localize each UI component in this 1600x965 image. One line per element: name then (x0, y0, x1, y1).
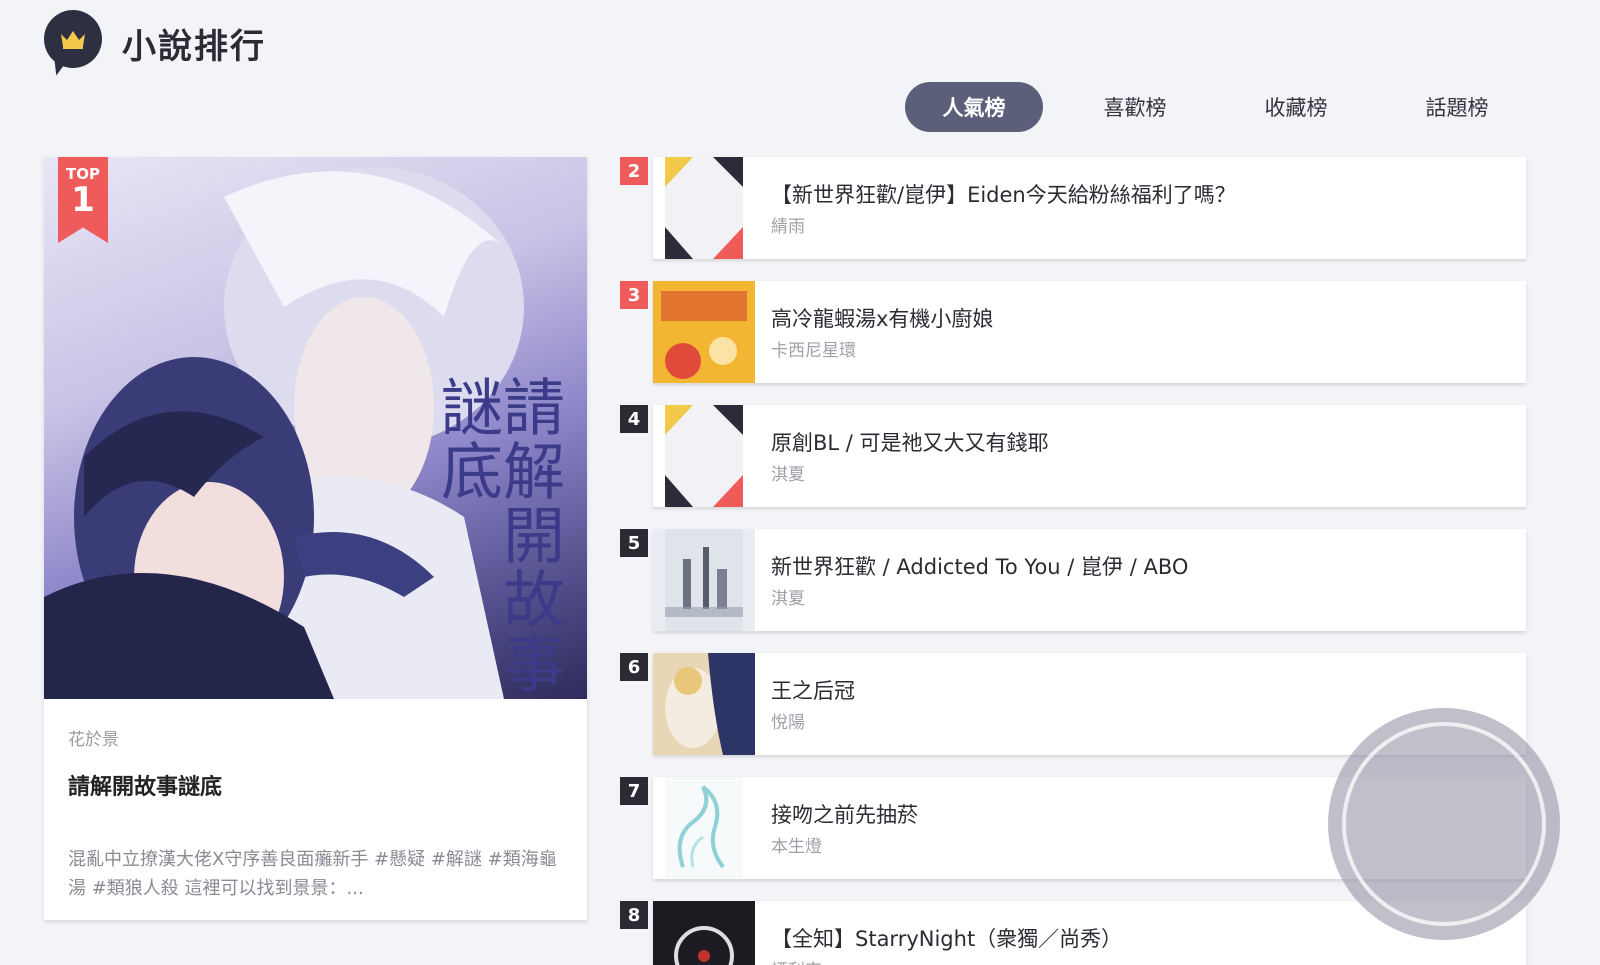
ranking-tabs: 人氣榜 喜歡榜 收藏榜 話題榜 (905, 82, 1549, 132)
novel-thumbnail[interactable] (653, 777, 755, 879)
rank-badge: 6 (620, 653, 648, 681)
novel-author[interactable]: 悅陽 (771, 708, 805, 733)
novel-author[interactable]: 綪雨 (771, 212, 805, 237)
novel-author[interactable]: 卡西尼星環 (771, 336, 856, 361)
list-item[interactable]: 3 高冷龍蝦湯x有機小廚娘 卡西尼星環 (620, 281, 1526, 383)
novel-thumbnail[interactable] (653, 529, 755, 631)
featured-description: 混亂中立撩漢大佬X守序善良面癱新手 #懸疑 #解謎 #類海龜湯 #類狼人殺 這裡… (68, 849, 557, 899)
featured-author[interactable]: 花於景 (68, 725, 119, 750)
crown-icon (44, 10, 102, 78)
list-item[interactable]: 5 新世界狂歡 / Addicted To You / 崑伊 / ABO 淇夏 (620, 529, 1526, 631)
novel-title[interactable]: 新世界狂歡 / Addicted To You / 崑伊 / ABO (771, 551, 1188, 581)
novel-title[interactable]: 接吻之前先抽菸 (771, 799, 918, 829)
novel-author[interactable]: 淇夏 (771, 584, 805, 609)
rank-badge: 5 (620, 529, 648, 557)
novel-card[interactable]: 原創BL / 可是祂又大又有錢耶 淇夏 (653, 405, 1526, 507)
tab-topics[interactable]: 話題榜 (1388, 82, 1526, 132)
novel-thumbnail[interactable] (653, 157, 755, 259)
rank-badge: 3 (620, 281, 648, 309)
novel-thumbnail[interactable] (653, 653, 755, 755)
novel-title[interactable]: 高冷龍蝦湯x有機小廚娘 (771, 303, 993, 333)
novel-thumbnail[interactable] (653, 901, 755, 965)
page-header: 小說排行 (44, 10, 266, 78)
novel-title[interactable]: 王之后冠 (771, 675, 855, 705)
featured-cover-image[interactable]: TOP 1 請解開故事謎底 (44, 157, 587, 699)
novel-thumbnail[interactable] (653, 281, 755, 383)
novel-title[interactable]: 【全知】StarryNight（衆獨／尚秀） (771, 923, 1122, 953)
featured-novel-card[interactable]: TOP 1 請解開故事謎底 花於景 請解開故事謎底 混亂中立撩漢大佬X守序善良面… (44, 157, 587, 920)
novel-author[interactable]: 禋利安 (771, 956, 822, 965)
novel-thumbnail[interactable] (653, 405, 755, 507)
tab-favorites[interactable]: 收藏榜 (1227, 82, 1365, 132)
rank-badge: 8 (620, 901, 648, 929)
novel-title[interactable]: 【新世界狂歡/崑伊】Eiden今天給粉絲福利了嗎？ (771, 179, 1236, 209)
mirror-weekly-watermark-logo (1328, 708, 1560, 940)
rank-badge: 4 (620, 405, 648, 433)
novel-card[interactable]: 高冷龍蝦湯x有機小廚娘 卡西尼星環 (653, 281, 1526, 383)
tab-popularity[interactable]: 人氣榜 (905, 82, 1043, 132)
list-item[interactable]: 4 原創BL / 可是祂又大又有錢耶 淇夏 (620, 405, 1526, 507)
page-title: 小說排行 (122, 26, 266, 67)
cover-title-text: 請解開故事謎底 (430, 375, 565, 695)
rank-badge: 7 (620, 777, 648, 805)
novel-card[interactable]: 新世界狂歡 / Addicted To You / 崑伊 / ABO 淇夏 (653, 529, 1526, 631)
novel-title[interactable]: 原創BL / 可是祂又大又有錢耶 (771, 427, 1049, 457)
list-item[interactable]: 2 【新世界狂歡/崑伊】Eiden今天給粉絲福利了嗎？ 綪雨 (620, 157, 1526, 259)
novel-card[interactable]: 【新世界狂歡/崑伊】Eiden今天給粉絲福利了嗎？ 綪雨 (653, 157, 1526, 259)
rank-badge: 2 (620, 157, 648, 185)
featured-title[interactable]: 請解開故事謎底 (68, 769, 222, 801)
novel-author[interactable]: 淇夏 (771, 460, 805, 485)
tab-likes[interactable]: 喜歡榜 (1066, 82, 1204, 132)
novel-author[interactable]: 本生燈 (771, 832, 822, 857)
